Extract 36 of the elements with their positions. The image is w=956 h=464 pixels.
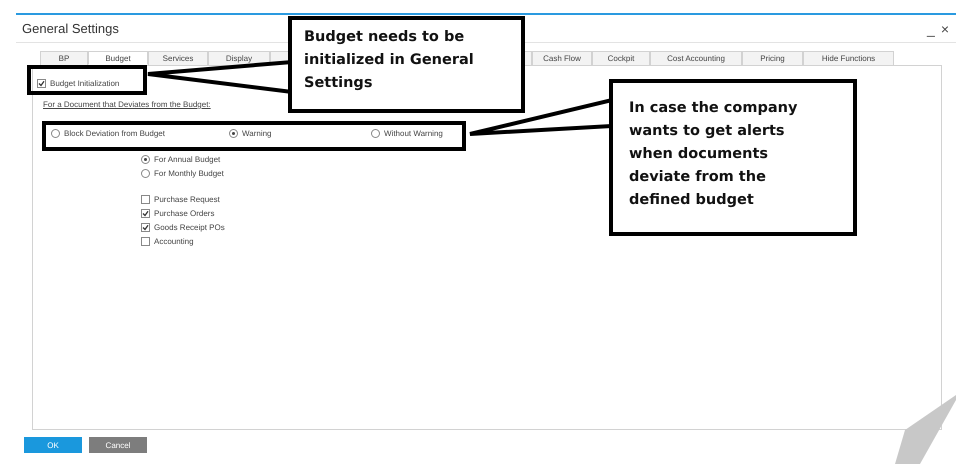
checkbox[interactable] xyxy=(141,194,150,204)
radio-button[interactable] xyxy=(141,168,150,178)
checkbox-label: Accounting xyxy=(154,236,194,246)
checkbox-label: Budget Initialization xyxy=(50,78,120,88)
cancel-button[interactable]: Cancel xyxy=(89,437,147,453)
section-heading: For a Document that Deviates from the Budget: xyxy=(43,100,211,109)
window-title: General Settings xyxy=(22,21,119,36)
radio-label: Without Warning xyxy=(384,128,443,138)
minimize-button[interactable]: _ xyxy=(924,20,938,36)
checkbox[interactable] xyxy=(37,78,46,88)
checkbox-label: Goods Receipt POs xyxy=(154,222,225,232)
settings-tab[interactable]: Pricing xyxy=(742,51,803,65)
settings-tab[interactable]: Hide Functions xyxy=(803,51,894,65)
checkbox-label: Purchase Orders xyxy=(154,208,214,218)
radio-label: For Annual Budget xyxy=(154,154,220,164)
radio-label: Warning xyxy=(242,128,272,138)
checkmark-icon xyxy=(38,80,45,86)
settings-tab[interactable]: Cockpit xyxy=(592,51,650,65)
close-button[interactable]: × xyxy=(938,20,952,36)
radio-button[interactable] xyxy=(371,128,380,138)
radio-button[interactable] xyxy=(141,154,150,164)
settings-tab[interactable]: BP xyxy=(40,51,88,65)
checkbox[interactable] xyxy=(141,208,150,218)
callout-text: In case the company wants to get alerts when documents deviate from the defined budget xyxy=(609,79,857,236)
radio-label: For Monthly Budget xyxy=(154,168,224,178)
settings-tab[interactable]: Cost Accounting xyxy=(650,51,742,65)
checkbox[interactable] xyxy=(141,236,150,246)
radio-button[interactable] xyxy=(229,128,238,138)
checkbox-label: Purchase Request xyxy=(154,194,220,204)
settings-tab[interactable]: Cash Flow xyxy=(532,51,592,65)
settings-tab[interactable]: Budget xyxy=(88,51,148,65)
settings-tab[interactable]: Display xyxy=(208,51,270,65)
radio-button[interactable] xyxy=(51,128,60,138)
checkbox[interactable] xyxy=(141,222,150,232)
settings-tab[interactable]: Services xyxy=(148,51,208,65)
radio-label: Block Deviation from Budget xyxy=(64,128,165,138)
